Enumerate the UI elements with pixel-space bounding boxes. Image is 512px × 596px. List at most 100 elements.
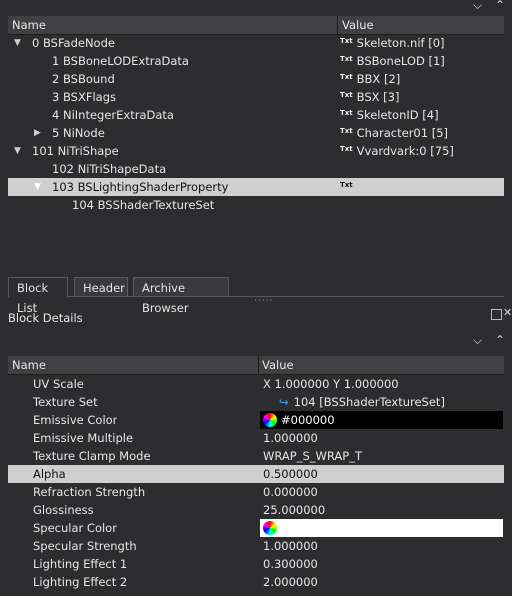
expand-right-icon[interactable]: ▶ (34, 124, 44, 142)
color-wheel-icon[interactable] (263, 412, 277, 427)
tree-row-value: Txt BSX [3] (340, 88, 399, 106)
text-type-icon: Txt (340, 91, 353, 99)
chevron-down-icon[interactable]: ⌵ (473, 333, 482, 348)
tree-row-name: 0 BSFadeNode (32, 36, 115, 50)
detail-row[interactable]: Texture Set ↪ 104 [BSShaderTextureSet] (8, 393, 504, 411)
tab-block-list[interactable]: Block List (8, 277, 68, 315)
tree-row[interactable]: 104 BSShaderTextureSet (8, 196, 504, 214)
detail-row-value-text: 1.000000 (263, 431, 318, 445)
collapse-all-icon[interactable]: ⌵ (473, 0, 482, 13)
tree-row[interactable]: 102 NiTriShapeData (8, 160, 504, 178)
text-type-icon: Txt (340, 181, 353, 189)
detail-row-value[interactable]: 2.000000 (260, 573, 503, 591)
detail-row[interactable]: Emissive Multiple 1.000000 (8, 429, 504, 447)
tree-row[interactable]: ▼ 103 BSLightingShaderProperty Txt (8, 178, 504, 196)
tab-label: Block List (17, 281, 49, 315)
detail-row-value[interactable]: ↪ 104 [BSShaderTextureSet] (260, 393, 503, 411)
detail-row-value[interactable]: 1.000000 (260, 429, 503, 447)
tab-header[interactable]: Header (74, 277, 128, 297)
detail-row-value[interactable]: 25.000000 (260, 501, 503, 519)
detail-row[interactable]: Alpha 0.500000 (8, 465, 504, 483)
text-type-icon: Txt (340, 109, 353, 117)
column-divider (258, 356, 259, 374)
detail-row-value-text: 0.500000 (263, 467, 318, 481)
text-type-icon: Txt (340, 127, 353, 135)
tree-row-name: 103 BSLightingShaderProperty (52, 180, 229, 194)
detail-row-name: Refraction Strength (33, 485, 146, 499)
tree-row-name: 3 BSXFlags (52, 90, 116, 104)
tree-row[interactable]: 2 BSBound Txt BBX [2] (8, 70, 504, 88)
chevron-up-icon[interactable]: ⌃ (495, 333, 505, 347)
detail-row-name: UV Scale (33, 377, 84, 391)
detail-row[interactable]: UV Scale X 1.000000 Y 1.000000 (8, 375, 504, 393)
expand-down-icon[interactable]: ▼ (14, 142, 24, 160)
detail-row-value-text: 0.000000 (263, 485, 318, 499)
detail-row-name: Lighting Effect 2 (33, 575, 128, 589)
tree-row-name: 102 NiTriShapeData (52, 162, 167, 176)
detail-row-value[interactable]: 0.500000 (260, 465, 503, 483)
splitter-handle[interactable]: ····· (254, 296, 273, 306)
tree-row-value-text: Character01 [5] (356, 126, 448, 140)
detail-row-name: Specular Strength (33, 539, 137, 553)
detail-row[interactable]: Specular Color (8, 519, 504, 537)
detail-row-value-text: 25.000000 (263, 503, 326, 517)
detail-row-value-text: #000000 (281, 413, 335, 427)
expand-all-icon[interactable]: ⌃ (495, 0, 505, 12)
detail-row-value-text: 2.000000 (263, 575, 318, 589)
detail-row[interactable]: Glossiness 25.000000 (8, 501, 504, 519)
tree-row-value-text: Vvardvark:0 [75] (356, 144, 454, 158)
column-name-header[interactable]: Name (12, 16, 46, 34)
details-column-value-header[interactable]: Value (262, 356, 294, 374)
tree-row-value: Txt Skeleton.nif [0] (340, 34, 445, 52)
detail-row-value[interactable]: WRAP_S_WRAP_T (260, 447, 503, 465)
detail-row[interactable]: Texture Clamp Mode WRAP_S_WRAP_T (8, 447, 504, 465)
column-value-header[interactable]: Value (342, 16, 374, 34)
detail-row-value-text: X 1.000000 Y 1.000000 (263, 377, 399, 391)
detail-row-name: Glossiness (33, 503, 94, 517)
block-tree-header: Name Value (8, 16, 504, 35)
detail-row[interactable]: Emissive Color #000000 (8, 411, 504, 429)
detail-row-value[interactable]: 0.000000 (260, 483, 503, 501)
detail-row-name: Emissive Multiple (33, 431, 134, 445)
details-column-name-header[interactable]: Name (12, 356, 46, 374)
tab-label: Archive Browser (142, 281, 189, 315)
detail-row-value[interactable]: 0.300000 (260, 555, 503, 573)
detail-row-value[interactable]: #000000 (260, 411, 503, 429)
link-arrow-icon[interactable]: ↪ (279, 395, 289, 409)
text-type-icon: Txt (340, 55, 353, 63)
detail-row[interactable]: Refraction Strength 0.000000 (8, 483, 504, 501)
detail-row-value[interactable] (260, 519, 503, 537)
detail-row-name: Texture Clamp Mode (33, 449, 151, 463)
tree-row-value-text: BSX [3] (356, 90, 400, 104)
tree-row-value: Txt (340, 178, 357, 196)
text-type-icon: Txt (340, 73, 353, 81)
tree-row-value-text: Skeleton.nif [0] (356, 36, 445, 50)
expand-down-icon[interactable]: ▼ (34, 178, 44, 196)
tree-row-value-text: SkeletonID [4] (356, 108, 439, 122)
color-wheel-icon[interactable] (263, 520, 277, 535)
detail-row[interactable]: Lighting Effect 2 2.000000 (8, 573, 504, 591)
details-scrollbar[interactable] (504, 356, 512, 596)
tab-archive-browser[interactable]: Archive Browser (133, 277, 229, 315)
detail-row-name: Alpha (33, 467, 66, 481)
detail-row[interactable]: Lighting Effect 1 0.300000 (8, 555, 504, 573)
tree-row[interactable]: ▼ 101 NiTriShape Txt Vvardvark:0 [75] (8, 142, 504, 160)
tree-row[interactable]: ▼ 0 BSFadeNode Txt Skeleton.nif [0] (8, 34, 504, 52)
tree-row[interactable]: 3 BSXFlags Txt BSX [3] (8, 88, 504, 106)
tree-row[interactable]: ▶ 5 NiNode Txt Character01 [5] (8, 124, 504, 142)
text-type-icon: Txt (340, 37, 353, 45)
detail-row-value[interactable]: 1.000000 (260, 537, 503, 555)
tree-row[interactable]: 1 BSBoneLODExtraData Txt BSBoneLOD [1] (8, 52, 504, 70)
float-panel-icon[interactable] (491, 309, 502, 320)
tree-row-value-text: BBX [2] (356, 72, 401, 86)
block-details-title: Block Details (8, 311, 83, 325)
tree-row[interactable]: 4 NiIntegerExtraData Txt SkeletonID [4] (8, 106, 504, 124)
detail-row-value-text: 1.000000 (263, 539, 318, 553)
detail-row[interactable]: Specular Strength 1.000000 (8, 537, 504, 555)
top-toolbar (0, 0, 512, 16)
close-panel-icon[interactable]: ✕ (503, 306, 512, 319)
expand-down-icon[interactable]: ▼ (14, 34, 24, 52)
detail-row-value[interactable]: X 1.000000 Y 1.000000 (260, 375, 503, 393)
detail-row-name: Specular Color (33, 521, 117, 535)
detail-row-value-text: 0.300000 (263, 557, 318, 571)
